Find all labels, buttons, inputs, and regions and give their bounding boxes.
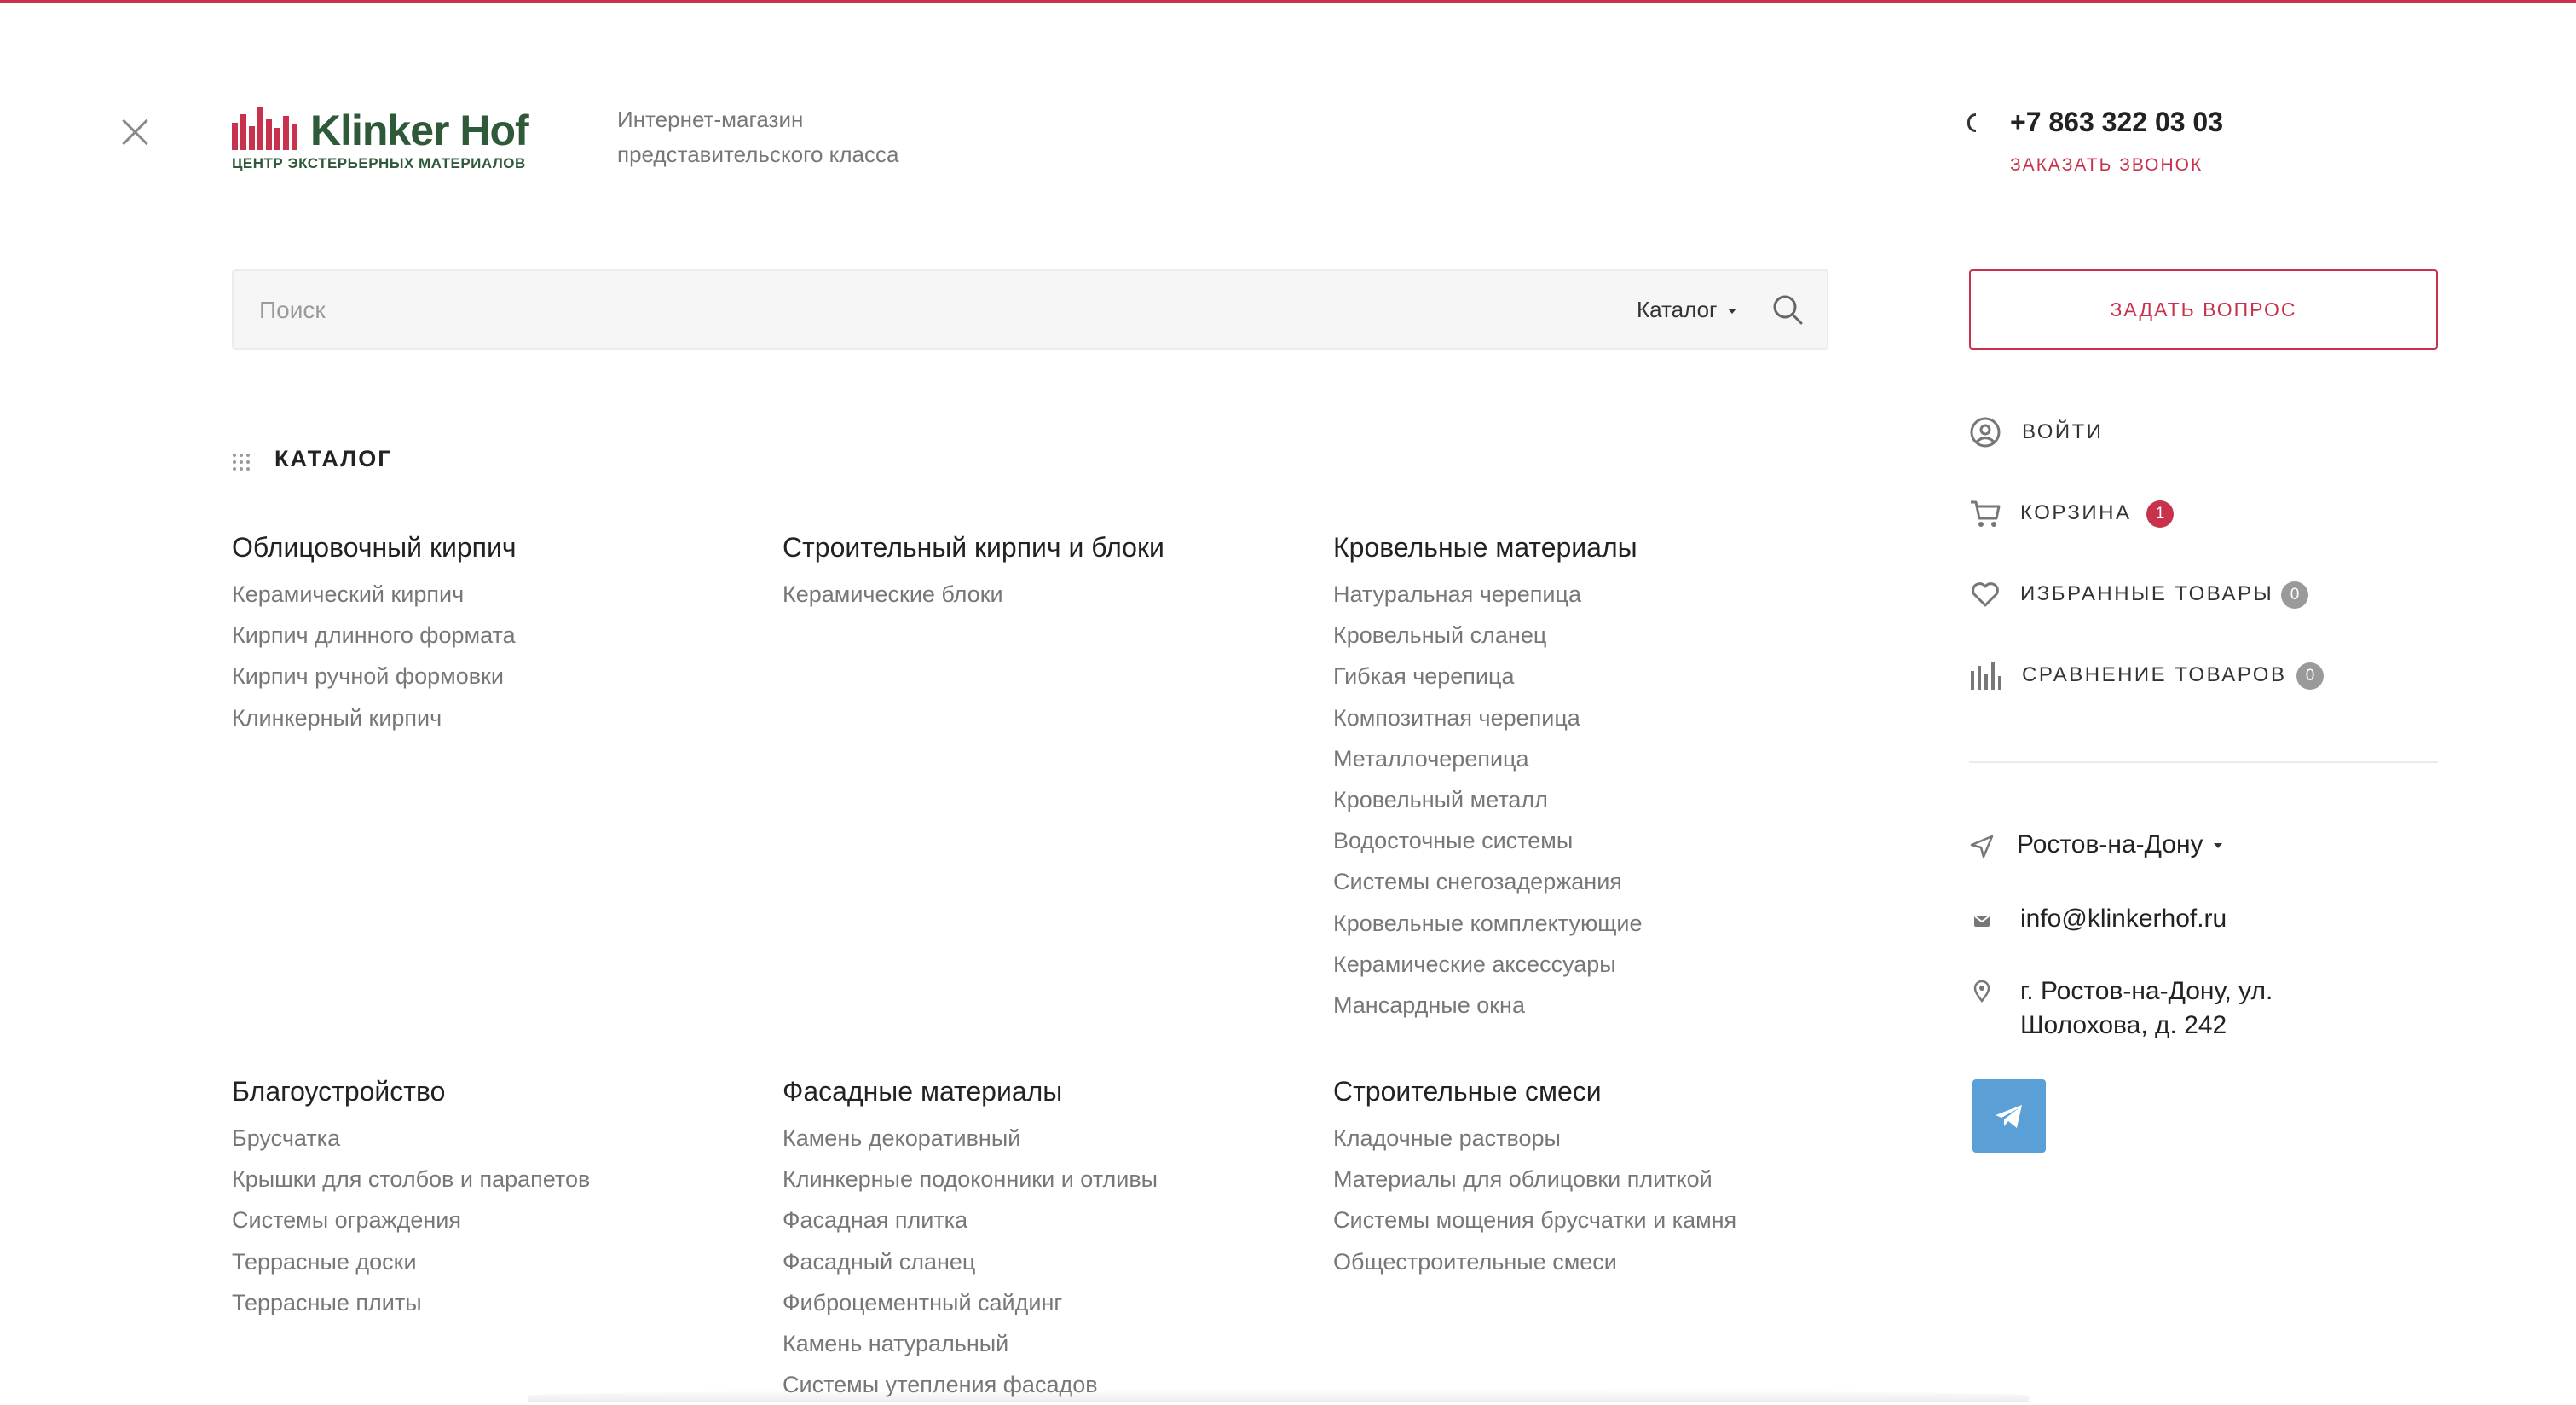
chevron-down-icon (1727, 309, 1736, 315)
compare-label: СРАВНЕНИЕ ТОВАРОВ (2022, 663, 2287, 686)
telegram-icon (1996, 1105, 2022, 1128)
navigation-arrow-icon (1970, 835, 1994, 859)
scroll-shadow (528, 1390, 2029, 1402)
accent-top-line (0, 0, 2576, 3)
catalog-column-heading[interactable]: Строительные смеси (1333, 1076, 1862, 1107)
catalog-link[interactable]: Системы мощения брусчатки и камня (1333, 1200, 1862, 1240)
catalog-column-heading[interactable]: Кровельные материалы (1333, 532, 1862, 564)
catalog-link[interactable]: Камень натуральный (783, 1323, 1311, 1364)
logo-name: Klinker Hof (310, 107, 529, 154)
mail-icon (1974, 916, 1990, 927)
catalog-link[interactable]: Фасадная плитка (783, 1200, 1311, 1240)
cart-link[interactable]: КОРЗИНА 1 (1969, 495, 2446, 529)
heart-icon (1972, 582, 1999, 607)
site-description-line-2: представительского класса (617, 142, 899, 167)
menu-overlay: Klinker Hof ЦЕНТР ЭКСТЕРЬЕРНЫХ МАТЕРИАЛО… (0, 0, 2576, 1402)
favorites-label: ИЗБРАННЫЕ ТОВАРЫ (2020, 582, 2274, 605)
catalog-column-roofing: Кровельные материалы Натуральная черепиц… (1333, 532, 1862, 1026)
compare-link[interactable]: СРАВНЕНИЕ ТОВАРОВ 0 (1969, 657, 2446, 691)
catalog-link[interactable]: Фиброцементный сайдинг (783, 1282, 1311, 1323)
city-label: Ростов-на-Дону (2017, 830, 2203, 859)
catalog-link[interactable]: Композитная черепица (1333, 697, 1862, 738)
city-name: Ростов-на-Дону (2017, 830, 2222, 859)
user-icon (1970, 417, 2001, 448)
favorites-count-badge: 0 (2281, 581, 2308, 609)
catalog-column-mixes: Строительные смеси Кладочные растворы Ма… (1333, 1076, 1862, 1282)
catalog-column-heading[interactable]: Облицовочный кирпич (232, 532, 760, 564)
site-description: Интернет-магазин представительского клас… (617, 102, 898, 172)
catalog-link[interactable]: Камень декоративный (783, 1118, 1311, 1159)
sidebar-divider (1969, 761, 2438, 763)
catalog-link[interactable]: Фасадный сланец (783, 1241, 1311, 1282)
logo[interactable]: Klinker Hof ЦЕНТР ЭКСТЕРЬЕРНЫХ МАТЕРИАЛО… (232, 102, 547, 179)
catalog-link[interactable]: Брусчатка (232, 1118, 760, 1159)
catalog-link[interactable]: Металлочерепица (1333, 738, 1862, 779)
favorites-link[interactable]: ИЗБРАННЫЕ ТОВАРЫ 0 (1969, 576, 2446, 610)
search-bar: Каталог (232, 269, 1828, 350)
catalog-link[interactable]: Кирпич длинного формата (232, 615, 760, 656)
catalog-link[interactable]: Системы снегозадержания (1333, 861, 1862, 902)
grid-icon (233, 454, 250, 471)
catalog-link[interactable]: Крышки для столбов и парапетов (232, 1159, 760, 1200)
logo-bars-icon (232, 107, 297, 150)
catalog-link[interactable]: Материалы для облицовки плиткой (1333, 1159, 1862, 1200)
catalog-link[interactable]: Керамический кирпич (232, 574, 760, 615)
login-label: ВОЙТИ (2022, 420, 2104, 443)
catalog-link[interactable]: Клинкерные подоконники и отливы (783, 1159, 1311, 1200)
catalog-link[interactable]: Клинкерный кирпич (232, 697, 760, 738)
telegram-button[interactable] (1972, 1079, 2046, 1153)
catalog-link[interactable]: Керамические аксессуары (1333, 944, 1862, 985)
cart-label: КОРЗИНА (2020, 501, 2132, 524)
catalog-link[interactable]: Мансардные окна (1333, 985, 1862, 1026)
catalog-link[interactable]: Гибкая черепица (1333, 656, 1862, 697)
address-row: г. Ростов-на-Дону, ул. Шолохова, д. 242 (1969, 974, 2446, 1044)
login-link[interactable]: ВОЙТИ (1969, 414, 2446, 448)
city-selector[interactable]: Ростов-на-Дону (1969, 830, 2446, 864)
callback-link[interactable]: ЗАКАЗАТЬ ЗВОНОК (2010, 155, 2203, 176)
catalog-link[interactable]: Натуральная черепица (1333, 574, 1862, 615)
chevron-down-icon (2213, 843, 2222, 849)
map-pin-icon (1973, 980, 1990, 1003)
catalog-column-building-brick: Строительный кирпич и блоки Керамические… (783, 532, 1311, 615)
catalog-column-heading[interactable]: Фасадные материалы (783, 1076, 1311, 1107)
catalog-link[interactable]: Керамические блоки (783, 574, 1311, 615)
catalog-link[interactable]: Террасные плиты (232, 1282, 760, 1323)
search-scope-label: Каталог (1637, 297, 1718, 322)
catalog-link[interactable]: Кладочные растворы (1333, 1118, 1862, 1159)
catalog-column-landscaping: Благоустройство Брусчатка Крышки для сто… (232, 1076, 760, 1323)
address-text: г. Ростов-на-Дону, ул. Шолохова, д. 242 (2020, 977, 2273, 1039)
search-icon[interactable] (1771, 293, 1804, 326)
catalog-column-facing-brick: Облицовочный кирпич Керамический кирпич … (232, 532, 760, 738)
search-input[interactable] (257, 290, 1539, 331)
compare-count-badge: 0 (2296, 662, 2324, 690)
search-scope-dropdown[interactable]: Каталог (1637, 297, 1736, 323)
catalog-column-heading[interactable]: Благоустройство (232, 1076, 760, 1107)
logo-tagline: ЦЕНТР ЭКСТЕРЬЕРНЫХ МАТЕРИАЛОВ (232, 155, 526, 171)
catalog-link[interactable]: Общестроительные смеси (1333, 1241, 1862, 1282)
phone-icon (1967, 113, 1976, 132)
catalog-link[interactable]: Террасные доски (232, 1241, 760, 1282)
email-link[interactable]: info@klinkerhof.ru (2020, 905, 2227, 934)
ask-question-button[interactable]: ЗАДАТЬ ВОПРОС (1969, 269, 2438, 350)
close-icon[interactable] (118, 115, 152, 149)
cart-count-badge: 1 (2146, 500, 2174, 528)
catalog-column-facade: Фасадные материалы Камень декоративный К… (783, 1076, 1311, 1405)
catalog-link[interactable]: Кровельные комплектующие (1333, 903, 1862, 944)
catalog-link[interactable]: Кровельный сланец (1333, 615, 1862, 656)
site-description-line-1: Интернет-магазин (617, 107, 804, 132)
phone-number[interactable]: +7 863 322 03 03 (2010, 107, 2223, 138)
catalog-link[interactable]: Кирпич ручной формовки (232, 656, 760, 697)
catalog-link[interactable]: Кровельный металл (1333, 779, 1862, 820)
catalog-link[interactable]: Водосточные системы (1333, 820, 1862, 861)
bar-chart-icon (1971, 662, 2001, 690)
cart-icon (1971, 500, 2001, 527)
email-row: info@klinkerhof.ru (1969, 905, 2446, 939)
catalog-link[interactable]: Системы ограждения (232, 1200, 760, 1240)
catalog-column-heading[interactable]: Строительный кирпич и блоки (783, 532, 1311, 564)
catalog-title: КАТАЛОГ (274, 446, 393, 471)
